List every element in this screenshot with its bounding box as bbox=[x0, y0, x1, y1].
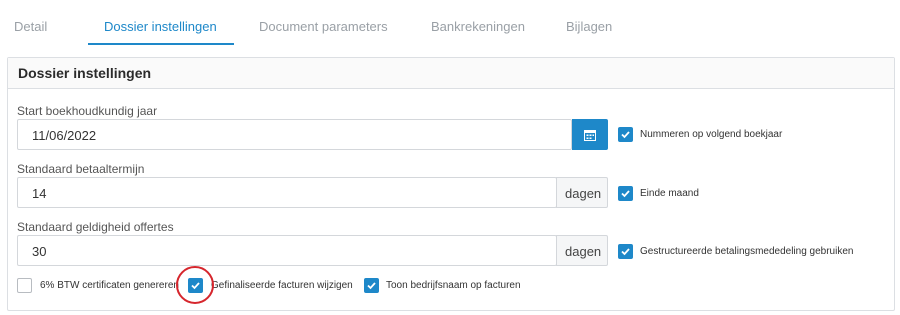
calendar-button[interactable] bbox=[572, 119, 608, 150]
payment-term-label: Standaard betaaltermijn bbox=[17, 162, 145, 176]
tab-bijlagen[interactable]: Bijlagen bbox=[566, 19, 612, 34]
end-of-month-checkbox[interactable] bbox=[618, 186, 633, 201]
end-of-month-label: Einde maand bbox=[640, 188, 699, 199]
quote-validity-value: 30 bbox=[32, 244, 47, 259]
edit-finalized-label: Gefinaliseerde facturen wijzigen bbox=[211, 280, 353, 291]
structured-payment-label: Gestructureerde betalingsmededeling gebr… bbox=[640, 246, 854, 257]
highlight-circle bbox=[176, 266, 214, 304]
payment-term-input[interactable]: 14 bbox=[17, 177, 557, 208]
quote-validity-label: Standaard geldigheid offertes bbox=[17, 220, 174, 234]
panel-title: Dossier instellingen bbox=[18, 65, 152, 81]
active-tab-indicator bbox=[88, 43, 234, 45]
tab-dossier-instellingen[interactable]: Dossier instellingen bbox=[104, 19, 217, 34]
tab-bankrekeningen[interactable]: Bankrekeningen bbox=[431, 19, 525, 34]
tab-bar: Detail Dossier instellingen Document par… bbox=[0, 0, 900, 46]
vat-certificates-label: 6% BTW certificaten genereren bbox=[40, 280, 179, 291]
settings-panel: Dossier instellingen Start boekhoudkundi… bbox=[7, 57, 895, 311]
start-year-value: 11/06/2022 bbox=[32, 128, 97, 143]
show-company-name-label: Toon bedrijfsnaam op facturen bbox=[386, 280, 521, 291]
payment-term-unit-text: dagen bbox=[565, 186, 602, 201]
payment-term-value: 14 bbox=[32, 186, 47, 201]
number-next-year-label: Nummeren op volgend boekjaar bbox=[640, 129, 783, 140]
structured-payment-checkbox[interactable] bbox=[618, 244, 633, 259]
start-year-label: Start boekhoudkundig jaar bbox=[17, 104, 158, 118]
start-year-input[interactable]: 11/06/2022 bbox=[17, 119, 572, 150]
quote-validity-unit-text: dagen bbox=[565, 244, 602, 259]
show-company-name-checkbox[interactable] bbox=[364, 278, 379, 293]
vat-certificates-checkbox[interactable] bbox=[17, 278, 32, 293]
number-next-year-checkbox[interactable] bbox=[618, 127, 633, 142]
quote-validity-input[interactable]: 30 bbox=[17, 235, 557, 266]
tab-document-parameters[interactable]: Document parameters bbox=[259, 19, 388, 34]
quote-validity-unit: dagen bbox=[556, 235, 608, 266]
panel-header: Dossier instellingen bbox=[8, 58, 894, 89]
payment-term-unit: dagen bbox=[556, 177, 608, 208]
tab-detail[interactable]: Detail bbox=[14, 19, 47, 34]
calendar-icon bbox=[584, 128, 596, 146]
